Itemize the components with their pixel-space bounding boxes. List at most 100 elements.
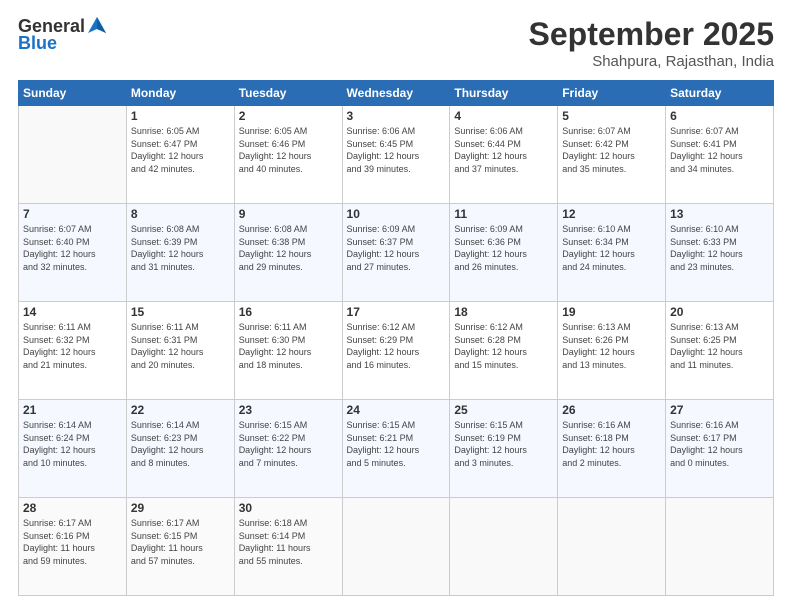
cell-info: Sunrise: 6:14 AM Sunset: 6:24 PM Dayligh… [23, 419, 122, 469]
header: General Blue September 2025 Shahpura, Ra… [18, 16, 774, 70]
calendar-cell: 9 Sunrise: 6:08 AM Sunset: 6:38 PM Daylig… [234, 204, 342, 302]
cell-info: Sunrise: 6:16 AM Sunset: 6:18 PM Dayligh… [562, 419, 661, 469]
day-number: 27 [670, 403, 769, 417]
cell-info: Sunrise: 6:06 AM Sunset: 6:45 PM Dayligh… [347, 125, 446, 175]
calendar-cell: 29 Sunrise: 6:17 AM Sunset: 6:15 PM Dayli… [126, 498, 234, 596]
calendar-week-row: 28Sunrise: 6:17 AM Sunset: 6:16 PM Dayli… [19, 498, 774, 596]
calendar-cell: 18 Sunrise: 6:12 AM Sunset: 6:28 PM Dayli… [450, 302, 558, 400]
day-number: 3 [347, 109, 446, 123]
cell-info: Sunrise: 6:14 AM Sunset: 6:23 PM Dayligh… [131, 419, 230, 469]
cell-info: Sunrise: 6:11 AM Sunset: 6:32 PM Dayligh… [23, 321, 122, 371]
weekday-header: Thursday [450, 81, 558, 106]
calendar-cell: 16 Sunrise: 6:11 AM Sunset: 6:30 PM Dayli… [234, 302, 342, 400]
day-number: 25 [454, 403, 553, 417]
day-number: 17 [347, 305, 446, 319]
day-number: 6 [670, 109, 769, 123]
calendar-table: SundayMondayTuesdayWednesdayThursdayFrid… [18, 80, 774, 596]
cell-info: Sunrise: 6:13 AM Sunset: 6:26 PM Dayligh… [562, 321, 661, 371]
cell-info: Sunrise: 6:06 AM Sunset: 6:44 PM Dayligh… [454, 125, 553, 175]
calendar-week-row: 1Sunrise: 6:05 AM Sunset: 6:47 PM Daylig… [19, 106, 774, 204]
weekday-header: Tuesday [234, 81, 342, 106]
day-number: 4 [454, 109, 553, 123]
calendar-cell: 11 Sunrise: 6:09 AM Sunset: 6:36 PM Dayli… [450, 204, 558, 302]
cell-info: Sunrise: 6:09 AM Sunset: 6:36 PM Dayligh… [454, 223, 553, 273]
calendar-cell [342, 498, 450, 596]
calendar-week-row: 21 Sunrise: 6:14 AM Sunset: 6:24 PM Dayli… [19, 400, 774, 498]
calendar-cell: 17 Sunrise: 6:12 AM Sunset: 6:29 PM Dayli… [342, 302, 450, 400]
day-number: 9 [239, 207, 338, 221]
weekday-header: Wednesday [342, 81, 450, 106]
cell-info: Sunrise: 6:11 AM Sunset: 6:30 PM Dayligh… [239, 321, 338, 371]
calendar-cell: 2Sunrise: 6:05 AM Sunset: 6:46 PM Daylig… [234, 106, 342, 204]
day-number: 11 [454, 207, 553, 221]
weekday-header: Saturday [666, 81, 774, 106]
calendar-cell: 30Sunrise: 6:18 AM Sunset: 6:14 PM Dayli… [234, 498, 342, 596]
day-number: 18 [454, 305, 553, 319]
calendar-cell: 21 Sunrise: 6:14 AM Sunset: 6:24 PM Dayli… [19, 400, 127, 498]
cell-info: Sunrise: 6:17 AM Sunset: 6:15 PM Dayligh… [131, 517, 230, 567]
calendar-cell: 28Sunrise: 6:17 AM Sunset: 6:16 PM Dayli… [19, 498, 127, 596]
day-number: 19 [562, 305, 661, 319]
calendar-cell: 22 Sunrise: 6:14 AM Sunset: 6:23 PM Dayli… [126, 400, 234, 498]
calendar-cell: 26 Sunrise: 6:16 AM Sunset: 6:18 PM Dayli… [558, 400, 666, 498]
calendar-cell: 19 Sunrise: 6:13 AM Sunset: 6:26 PM Dayli… [558, 302, 666, 400]
cell-info: Sunrise: 6:10 AM Sunset: 6:34 PM Dayligh… [562, 223, 661, 273]
day-number: 30 [239, 501, 338, 515]
cell-info: Sunrise: 6:13 AM Sunset: 6:25 PM Dayligh… [670, 321, 769, 371]
weekday-header: Monday [126, 81, 234, 106]
cell-info: Sunrise: 6:16 AM Sunset: 6:17 PM Dayligh… [670, 419, 769, 469]
cell-info: Sunrise: 6:15 AM Sunset: 6:22 PM Dayligh… [239, 419, 338, 469]
calendar-header-row: SundayMondayTuesdayWednesdayThursdayFrid… [19, 81, 774, 106]
calendar-cell [558, 498, 666, 596]
calendar-cell: 10Sunrise: 6:09 AM Sunset: 6:37 PM Dayli… [342, 204, 450, 302]
calendar-cell: 8 Sunrise: 6:08 AM Sunset: 6:39 PM Daylig… [126, 204, 234, 302]
calendar-cell: 15 Sunrise: 6:11 AM Sunset: 6:31 PM Dayli… [126, 302, 234, 400]
day-number: 20 [670, 305, 769, 319]
day-number: 13 [670, 207, 769, 221]
day-number: 14 [23, 305, 122, 319]
cell-info: Sunrise: 6:12 AM Sunset: 6:28 PM Dayligh… [454, 321, 553, 371]
day-number: 15 [131, 305, 230, 319]
cell-info: Sunrise: 6:08 AM Sunset: 6:39 PM Dayligh… [131, 223, 230, 273]
calendar-cell: 1Sunrise: 6:05 AM Sunset: 6:47 PM Daylig… [126, 106, 234, 204]
weekday-header: Sunday [19, 81, 127, 106]
cell-info: Sunrise: 6:08 AM Sunset: 6:38 PM Dayligh… [239, 223, 338, 273]
calendar-week-row: 14 Sunrise: 6:11 AM Sunset: 6:32 PM Dayli… [19, 302, 774, 400]
cell-info: Sunrise: 6:09 AM Sunset: 6:37 PM Dayligh… [347, 223, 446, 273]
day-number: 1 [131, 109, 230, 123]
day-number: 8 [131, 207, 230, 221]
logo: General Blue [18, 16, 108, 54]
day-number: 5 [562, 109, 661, 123]
cell-info: Sunrise: 6:15 AM Sunset: 6:21 PM Dayligh… [347, 419, 446, 469]
weekday-header: Friday [558, 81, 666, 106]
page: General Blue September 2025 Shahpura, Ra… [0, 0, 792, 612]
calendar-cell [19, 106, 127, 204]
day-number: 22 [131, 403, 230, 417]
day-number: 24 [347, 403, 446, 417]
logo-icon [86, 15, 108, 37]
day-number: 12 [562, 207, 661, 221]
calendar-cell: 7Sunrise: 6:07 AM Sunset: 6:40 PM Daylig… [19, 204, 127, 302]
title-block: September 2025 Shahpura, Rajasthan, Indi… [529, 16, 774, 70]
calendar-cell [450, 498, 558, 596]
cell-info: Sunrise: 6:11 AM Sunset: 6:31 PM Dayligh… [131, 321, 230, 371]
month-title: September 2025 [529, 16, 774, 53]
calendar-cell: 3 Sunrise: 6:06 AM Sunset: 6:45 PM Daylig… [342, 106, 450, 204]
day-number: 26 [562, 403, 661, 417]
location-subtitle: Shahpura, Rajasthan, India [529, 53, 774, 70]
cell-info: Sunrise: 6:07 AM Sunset: 6:42 PM Dayligh… [562, 125, 661, 175]
day-number: 16 [239, 305, 338, 319]
calendar-cell: 6Sunrise: 6:07 AM Sunset: 6:41 PM Daylig… [666, 106, 774, 204]
day-number: 23 [239, 403, 338, 417]
calendar-cell: 5 Sunrise: 6:07 AM Sunset: 6:42 PM Daylig… [558, 106, 666, 204]
calendar-cell: 4 Sunrise: 6:06 AM Sunset: 6:44 PM Daylig… [450, 106, 558, 204]
cell-info: Sunrise: 6:10 AM Sunset: 6:33 PM Dayligh… [670, 223, 769, 273]
day-number: 29 [131, 501, 230, 515]
day-number: 21 [23, 403, 122, 417]
calendar-cell: 25Sunrise: 6:15 AM Sunset: 6:19 PM Dayli… [450, 400, 558, 498]
cell-info: Sunrise: 6:12 AM Sunset: 6:29 PM Dayligh… [347, 321, 446, 371]
calendar-cell: 14 Sunrise: 6:11 AM Sunset: 6:32 PM Dayli… [19, 302, 127, 400]
cell-info: Sunrise: 6:17 AM Sunset: 6:16 PM Dayligh… [23, 517, 122, 567]
calendar-cell: 13 Sunrise: 6:10 AM Sunset: 6:33 PM Dayli… [666, 204, 774, 302]
day-number: 2 [239, 109, 338, 123]
